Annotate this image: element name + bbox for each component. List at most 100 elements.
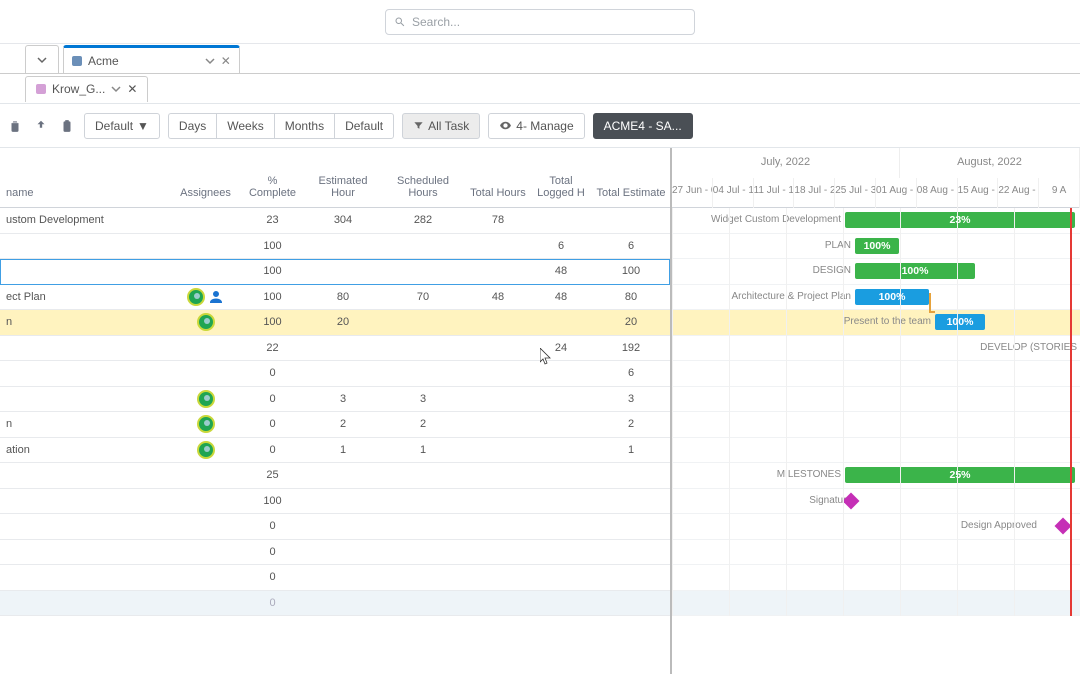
clipboard-button[interactable] xyxy=(58,117,76,135)
tab-icon xyxy=(72,56,82,66)
tab-menu-caret[interactable] xyxy=(25,45,59,73)
cell-assignees[interactable] xyxy=(172,390,239,408)
gantt-bar[interactable]: 100% xyxy=(855,289,929,305)
gantt-row[interactable]: MILESTONES25% xyxy=(672,463,1080,489)
tab-strip: Acme ✕ xyxy=(0,44,1080,74)
cell-assignees[interactable] xyxy=(172,288,239,306)
cell-assignees[interactable] xyxy=(172,415,239,433)
task-row[interactable]: n1002020 xyxy=(0,310,670,336)
col-total-hours[interactable]: Total Hours xyxy=(466,179,530,207)
avatar[interactable] xyxy=(197,441,215,459)
cell-sch: 3 xyxy=(380,393,466,405)
gridline xyxy=(1014,208,1015,616)
chevron-down-icon[interactable] xyxy=(111,84,121,94)
task-row[interactable]: 0 xyxy=(0,514,670,540)
delete-button[interactable] xyxy=(6,117,24,135)
cell-totest: 192 xyxy=(592,342,670,354)
week-label: 27 Jun - 0 xyxy=(672,178,713,208)
milestone-diamond[interactable] xyxy=(1055,518,1072,535)
subtab-label: Krow_G... xyxy=(52,82,105,96)
task-row[interactable]: 0 xyxy=(0,591,670,617)
cell-totest: 20 xyxy=(592,316,670,328)
search-input[interactable]: Search... xyxy=(385,9,695,35)
weeks-button[interactable]: Weeks xyxy=(216,113,273,139)
col-total-logged[interactable]: Total Logged H xyxy=(530,167,592,207)
gantt-row[interactable] xyxy=(672,387,1080,413)
project-chip[interactable]: ACME4 - SA... xyxy=(593,113,693,139)
close-icon[interactable]: ✕ xyxy=(221,54,231,68)
gantt-bar[interactable]: 23% xyxy=(845,212,1075,228)
timescale-toggle: Days Weeks Months Default xyxy=(168,113,394,139)
gantt-row[interactable] xyxy=(672,361,1080,387)
months-button[interactable]: Months xyxy=(274,113,334,139)
gantt-row[interactable]: PLAN100% xyxy=(672,234,1080,260)
gantt-row[interactable]: DEVELOP (STORIES xyxy=(672,336,1080,362)
cell-total: 48 xyxy=(466,291,530,303)
cell-log: 48 xyxy=(530,265,592,277)
gantt-row[interactable]: Widget Custom Development23% xyxy=(672,208,1080,234)
week-label: 18 Jul - 2 xyxy=(794,178,835,208)
col-pct-complete[interactable]: % Complete xyxy=(239,167,306,207)
gantt-chart[interactable]: July, 2022 August, 2022 27 Jun - 004 Jul… xyxy=(672,148,1080,674)
gantt-bar[interactable]: 25% xyxy=(845,467,1075,483)
close-icon[interactable]: ✕ xyxy=(127,82,137,96)
cell-assignees[interactable] xyxy=(172,441,239,459)
col-scheduled-hours[interactable]: Scheduled Hours xyxy=(380,167,466,207)
avatar[interactable] xyxy=(197,390,215,408)
bar-label: DEVELOP (STORIES xyxy=(967,342,1077,353)
gantt-row[interactable] xyxy=(672,412,1080,438)
gantt-bar[interactable]: 100% xyxy=(855,238,899,254)
all-task-filter[interactable]: All Task xyxy=(402,113,480,139)
gantt-row[interactable]: Present to the team100% xyxy=(672,310,1080,336)
task-row[interactable]: ect Plan1008070484880 xyxy=(0,285,670,311)
cell-pct: 22 xyxy=(239,342,306,354)
person-icon[interactable] xyxy=(207,288,225,306)
task-row[interactable]: 0 xyxy=(0,565,670,591)
task-row[interactable]: 100 xyxy=(0,489,670,515)
manage-button[interactable]: 4- Manage xyxy=(488,113,584,139)
task-row[interactable]: ustom Development2330428278 xyxy=(0,208,670,234)
week-label: 25 Jul - 3 xyxy=(835,178,876,208)
chevron-down-icon xyxy=(37,55,47,65)
gantt-row[interactable]: Design Approved xyxy=(672,514,1080,540)
task-row[interactable]: 2224192 xyxy=(0,336,670,362)
cell-total: 78 xyxy=(466,214,530,226)
col-name[interactable]: name xyxy=(0,179,172,207)
gantt-row[interactable]: Architecture & Project Plan100% xyxy=(672,285,1080,311)
gantt-row[interactable]: DESIGN100% xyxy=(672,259,1080,285)
task-row[interactable]: 0 xyxy=(0,540,670,566)
col-estimated-hours[interactable]: Estimated Hour xyxy=(306,167,380,207)
task-row[interactable]: 10066 xyxy=(0,234,670,260)
gridline xyxy=(900,208,901,616)
avatar[interactable] xyxy=(197,313,215,331)
cell-name: ustom Development xyxy=(0,214,172,226)
gantt-row[interactable]: Pr xyxy=(672,438,1080,464)
gantt-row[interactable] xyxy=(672,540,1080,566)
days-button[interactable]: Days xyxy=(168,113,216,139)
col-total-estimate[interactable]: Total Estimate xyxy=(592,179,670,207)
gantt-row[interactable] xyxy=(672,591,1080,617)
gantt-row[interactable]: Signature xyxy=(672,489,1080,515)
tab-acme[interactable]: Acme ✕ xyxy=(63,45,240,73)
task-row[interactable]: 06 xyxy=(0,361,670,387)
subtab-krow[interactable]: Krow_G... ✕ xyxy=(25,76,148,102)
task-row[interactable]: n0222 xyxy=(0,412,670,438)
default-dropdown[interactable]: Default ▼ xyxy=(84,113,160,139)
task-row[interactable]: 10048100 xyxy=(0,259,670,285)
cell-assignees[interactable] xyxy=(172,313,239,331)
avatar[interactable] xyxy=(187,288,205,306)
cell-pct: 100 xyxy=(239,291,306,303)
month-august: August, 2022 xyxy=(900,148,1080,178)
cell-totest: 3 xyxy=(592,393,670,405)
chevron-down-icon[interactable] xyxy=(205,56,215,66)
gantt-row[interactable] xyxy=(672,565,1080,591)
share-button[interactable] xyxy=(32,117,50,135)
gantt-bar[interactable]: 100% xyxy=(935,314,985,330)
task-row[interactable]: 0333 xyxy=(0,387,670,413)
task-row[interactable]: ation0111 xyxy=(0,438,670,464)
cell-name: ation xyxy=(0,444,172,456)
col-assignees[interactable]: Assignees xyxy=(172,179,239,207)
task-row[interactable]: 25 xyxy=(0,463,670,489)
avatar[interactable] xyxy=(197,415,215,433)
default2-button[interactable]: Default xyxy=(334,113,394,139)
